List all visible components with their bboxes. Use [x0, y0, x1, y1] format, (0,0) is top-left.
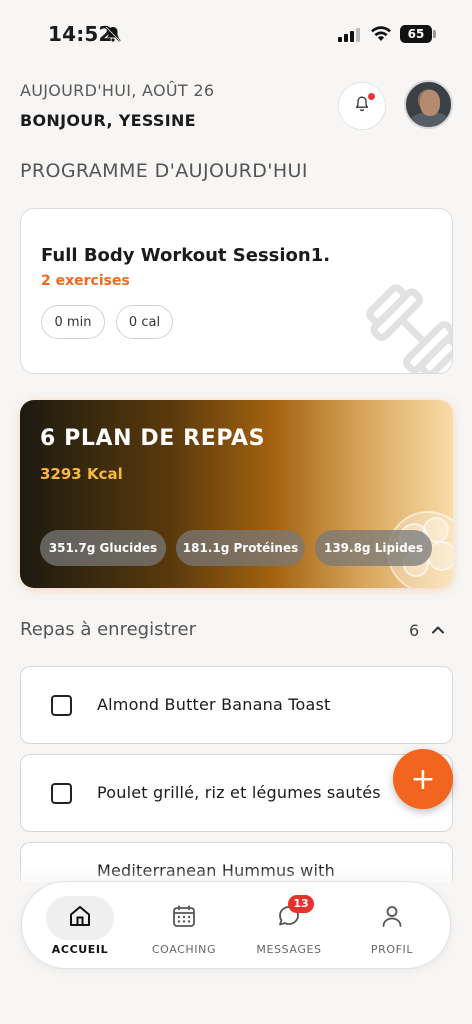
greeting-text: BONJOUR, YESSINE [20, 111, 196, 130]
nav-label: PROFIL [370, 943, 414, 956]
meal-label: Poulet grillé, riz et légumes sautés [97, 783, 381, 802]
nav-icon-highlight [358, 896, 426, 940]
meal-plan-kcal: 3293 Kcal [40, 465, 123, 483]
meals-section-title: Repas à enregistrer [20, 619, 196, 640]
meal-checkbox[interactable] [51, 783, 72, 804]
person-icon [379, 903, 405, 933]
status-time: 14:52 [48, 22, 113, 46]
workout-duration-pill: 0 min [41, 305, 105, 339]
workout-exercise-count: 2 exercises [41, 273, 130, 289]
avatar-face [420, 90, 440, 116]
macro-carbs-pill: 351.7g Glucides [40, 530, 166, 566]
cellular-signal-icon [338, 27, 360, 46]
wifi-icon [370, 25, 392, 46]
nav-icon-highlight [150, 896, 218, 940]
messages-badge: 13 [288, 895, 314, 913]
nav-icon-highlight [46, 896, 114, 940]
macro-protein-pill: 181.1g Protéines [176, 530, 305, 566]
battery-level: 65 [400, 25, 432, 43]
nav-label: ACCUEIL [51, 943, 109, 956]
nav-label: MESSAGES [256, 943, 322, 956]
home-icon [67, 903, 93, 933]
bottom-navigation: ACCUEIL COACHING MESSAGES PROFIL 13 [21, 881, 451, 969]
meal-checkbox[interactable] [51, 695, 72, 716]
section-title-today-program: PROGRAMME D'AUJOURD'HUI [20, 160, 308, 182]
avatar[interactable] [404, 80, 453, 129]
battery-tip [433, 30, 436, 38]
meal-plan-title: 6 PLAN DE REPAS [40, 426, 266, 451]
meal-list-item[interactable]: Almond Butter Banana Toast [20, 666, 453, 744]
chevron-up-icon[interactable] [430, 622, 446, 642]
workout-title: Full Body Workout Session1. [41, 245, 331, 266]
nav-item-coaching[interactable]: COACHING [132, 882, 236, 970]
nav-item-accueil[interactable]: ACCUEIL [28, 882, 132, 970]
meal-label: Almond Butter Banana Toast [97, 695, 331, 714]
nav-item-messages[interactable]: MESSAGES [237, 882, 341, 970]
nav-item-profil[interactable]: PROFIL [340, 882, 444, 970]
add-meal-button[interactable]: + [393, 749, 453, 809]
nav-label: COACHING [151, 943, 217, 956]
notifications-button[interactable] [338, 82, 386, 130]
status-bar: 14:52 65 [0, 0, 472, 70]
macro-fat-pill: 139.8g Lipides [315, 530, 432, 566]
meal-list-item[interactable]: Poulet grillé, riz et légumes sautés [20, 754, 453, 832]
date-label: AUJOURD'HUI, AOÛT 26 [20, 81, 215, 100]
workout-card[interactable]: Full Body Workout Session1. 2 exercises … [20, 208, 453, 374]
bell-muted-icon [104, 25, 122, 47]
meal-plan-card[interactable]: 6 PLAN DE REPAS 3293 Kcal 351.7g Glucide… [20, 400, 453, 588]
notification-dot [368, 93, 375, 100]
calendar-icon [171, 903, 197, 933]
meals-count: 6 [409, 621, 420, 640]
dumbbell-icon [363, 281, 452, 373]
workout-calories-pill: 0 cal [116, 305, 173, 339]
